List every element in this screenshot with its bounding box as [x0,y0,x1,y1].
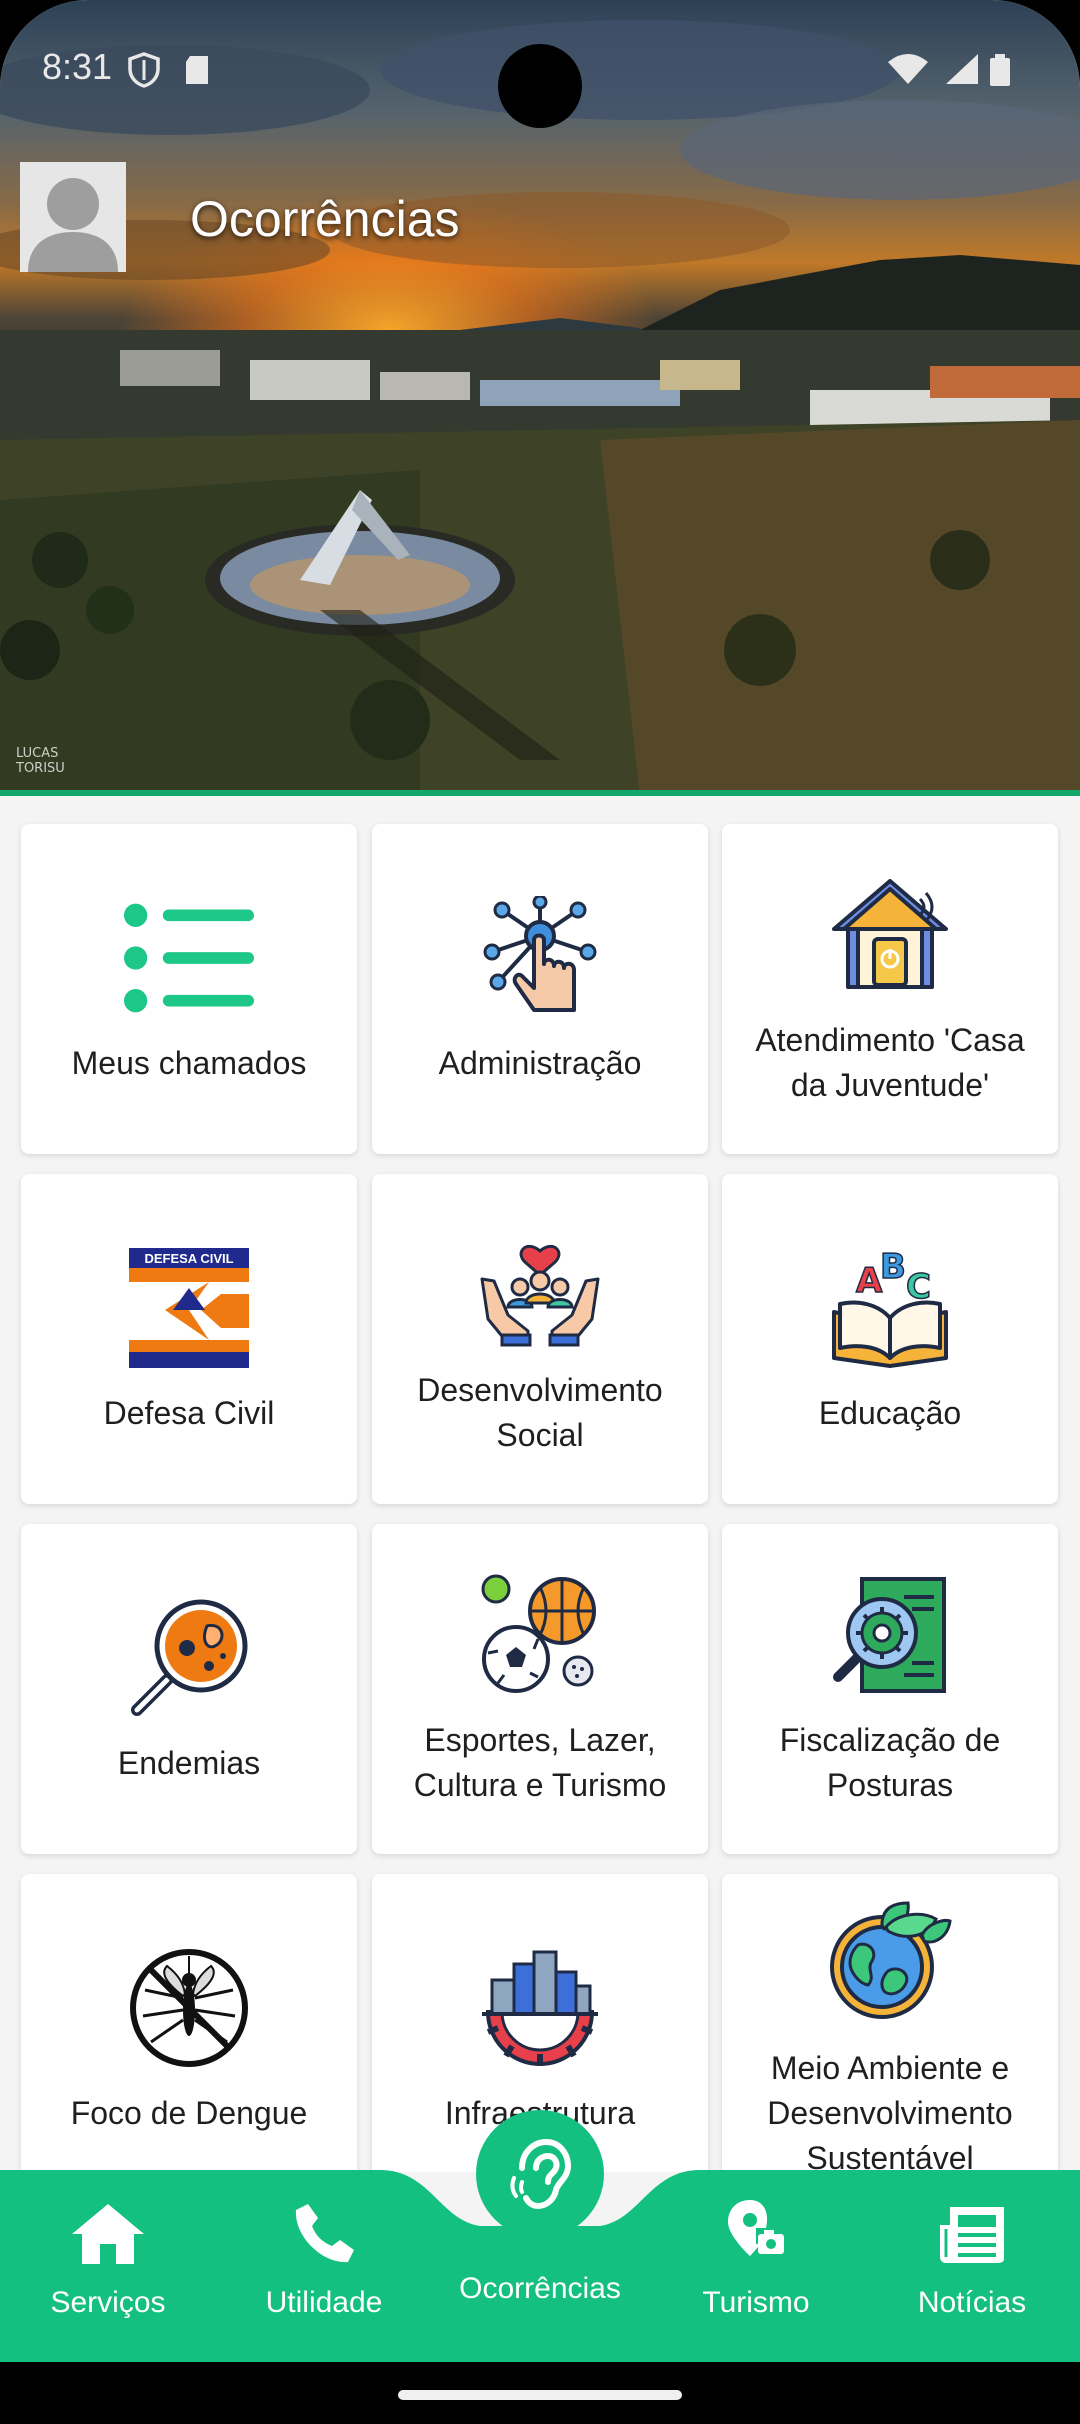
phone-icon [292,2188,356,2280]
signal-icon [946,54,978,84]
category-card-fiscalizacao[interactable]: Fiscalização de Posturas [722,1524,1058,1854]
category-label: Meus chamados [71,1044,307,1081]
front-camera [498,44,582,128]
sports-balls-icon [475,1570,605,1700]
page-title: Ocorrências [190,191,460,247]
category-card-meus-chamados[interactable]: Meus chamados [21,824,357,1154]
category-card-defesa-civil[interactable]: DEFESA CIVIL Defesa Civil [21,1174,357,1504]
svg-text:A: A [856,1261,883,1301]
nav-label: Turismo [702,2286,810,2319]
category-card-desenvolvimento-social[interactable]: Desenvolvimento Social [372,1174,708,1504]
network-hand-icon [475,893,605,1023]
smart-house-icon [825,870,955,1000]
photo-credit-line2: TORISU [16,761,65,776]
category-card-esportes[interactable]: Esportes, Lazer, Cultura e Turismo [372,1524,708,1854]
category-label: Foco de Dengue [70,2094,308,2131]
category-label: Desenvolvimento Social [417,1372,663,1453]
category-label: Educação [818,1394,962,1431]
map-pin-camera-icon [726,2188,786,2280]
nav-label: Notícias [917,2286,1027,2319]
app-screen: LUCAS TORISU 8:31 Ocorrências Meus chama… [0,0,1080,2424]
nav-label: Serviços [50,2286,166,2319]
battery-icon [990,54,1010,86]
category-card-administracao[interactable]: Administração [372,824,708,1154]
gesture-handle[interactable] [398,2390,682,2400]
header-photo: LUCAS TORISU 8:31 Ocorrências [0,0,1080,796]
defesa-civil-logo: DEFESA CIVIL [124,1243,254,1373]
nav-label: Utilidade [265,2286,383,2319]
user-silhouette-icon [28,178,118,272]
category-label: Meio Ambiente e Desenvolvimento Sustentá… [767,2049,1013,2173]
sd-card-icon [186,56,208,84]
nav-label: Ocorrências [459,2272,621,2305]
nav-item-ocorrencias[interactable]: Ocorrências [440,2266,640,2346]
category-label: Atendimento 'Casa da Juventude' [755,1022,1025,1103]
category-card-foco-dengue[interactable]: Foco de Dengue [21,1874,357,2172]
city-gear-icon [475,1943,605,2073]
category-label: Fiscalização de Posturas [779,1722,1001,1803]
category-card-educacao[interactable]: A B C Educação [722,1174,1058,1504]
ear-icon [510,2138,572,2210]
nav-item-utilidade[interactable]: Utilidade [224,2188,424,2348]
wifi-icon [888,54,928,84]
category-card-meio-ambiente[interactable]: Meio Ambiente e Desenvolvimento Sustentá… [722,1874,1058,2172]
category-label: Esportes, Lazer, Cultura e Turismo [413,1722,667,1803]
community-care-icon [475,1220,605,1350]
category-label: Endemias [117,1744,261,1781]
nav-item-noticias[interactable]: Notícias [872,2188,1072,2348]
category-card-casa-juventude[interactable]: Atendimento 'Casa da Juventude' [722,824,1058,1154]
shield-icon [128,52,160,88]
home-icon [70,2188,146,2280]
no-mosquito-icon [124,1943,254,2073]
photo-credit: LUCAS TORISU [16,746,65,776]
newspaper-icon [938,2188,1006,2280]
category-grid: Meus chamados Administração Atendimento … [0,796,1080,2172]
nav-item-servicos[interactable]: Serviços [8,2188,208,2348]
svg-text:B: B [880,1248,906,1287]
ocorrencias-fab[interactable] [476,2110,604,2238]
status-time: 8:31 [42,46,113,87]
list-icon [124,893,254,1023]
category-card-endemias[interactable]: Endemias [21,1524,357,1854]
svg-text:C: C [906,1267,931,1307]
svg-text:DEFESA CIVIL: DEFESA CIVIL [144,1251,233,1266]
earth-leaves-icon [825,1898,955,2028]
nav-item-turismo[interactable]: Turismo [656,2188,856,2348]
avatar[interactable] [20,162,126,272]
photo-credit-line1: LUCAS [16,746,59,761]
document-inspection-icon [825,1570,955,1700]
category-label: Defesa Civil [103,1394,275,1431]
magnifier-virus-icon [124,1593,254,1723]
category-label: Administração [438,1044,642,1081]
abc-book-icon: A B C [825,1243,955,1373]
